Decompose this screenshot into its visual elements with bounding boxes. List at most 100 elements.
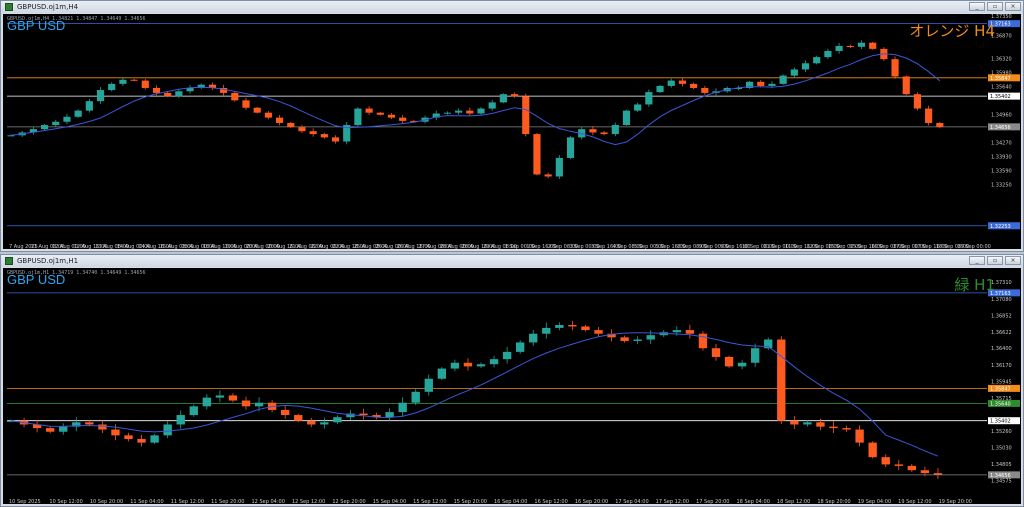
window-title: GBPUSD.oj1m,H4 xyxy=(17,3,79,11)
y-tick-label: 1.35260 xyxy=(991,429,1012,435)
x-tick-label: 10 Sep 20:00 xyxy=(90,499,123,504)
candle-body xyxy=(757,81,765,86)
candle-body xyxy=(790,420,799,425)
x-tick-label: 12 Sep 20:00 xyxy=(332,499,365,504)
x-tick-label: 16 Sep 20:00 xyxy=(575,499,608,504)
x-tick-label: 17 Sep 20:00 xyxy=(696,499,729,504)
y-tick-label: 1.35030 xyxy=(991,446,1012,452)
candle-body xyxy=(477,108,485,114)
candle-body xyxy=(242,100,250,108)
candle-body xyxy=(307,420,316,425)
window-h4: GBPUSD.oj1m,H4 _ ▫ × 1.37350 1.36870 1.363… xyxy=(0,0,1024,252)
candle-body xyxy=(359,413,368,416)
x-tick-label: 11 Sep 12:00 xyxy=(171,499,204,504)
candle-body xyxy=(331,137,340,142)
candle-body xyxy=(164,92,172,97)
candle-body xyxy=(253,107,261,113)
candle-body xyxy=(881,457,890,465)
candle-body xyxy=(529,333,538,343)
candle-body xyxy=(96,90,105,102)
y-tick-label: 1.36852 xyxy=(991,313,1012,319)
candle-body xyxy=(902,76,910,95)
level-price-label: 1.34656 xyxy=(990,473,1011,479)
level-price-label: 1.35640 xyxy=(990,401,1011,407)
candle-body xyxy=(437,368,447,379)
candle-body xyxy=(499,94,507,103)
candle-body xyxy=(189,406,198,416)
candle-body xyxy=(566,137,575,158)
candle-body xyxy=(488,102,496,109)
minimize-button[interactable]: _ xyxy=(969,2,985,11)
y-tick-label: 1.36622 xyxy=(991,330,1012,336)
close-button[interactable]: × xyxy=(1005,2,1021,11)
candle-body xyxy=(777,339,786,421)
candle-body xyxy=(533,134,541,175)
candle-body xyxy=(231,92,239,101)
candle-body xyxy=(489,359,499,365)
candle-body xyxy=(398,402,407,413)
x-tick-label: 11 Sep 20:00 xyxy=(211,499,244,504)
candle-body xyxy=(620,337,629,341)
candle-body xyxy=(646,335,655,340)
candle-body xyxy=(298,127,306,132)
candle-body xyxy=(98,424,107,430)
timeframe-tag: オレンジ H4 xyxy=(909,22,995,40)
candle-body xyxy=(920,470,930,474)
minimize-button[interactable]: _ xyxy=(969,256,985,265)
candle-body xyxy=(829,426,838,429)
y-tick-label: 1.36170 xyxy=(991,363,1012,369)
x-tick-label: 19 Sep 20:00 xyxy=(939,499,972,504)
candle-body xyxy=(399,117,407,121)
candle-body xyxy=(175,91,183,97)
y-tick-label: 1.33930 xyxy=(991,155,1012,161)
candle-body xyxy=(45,428,55,432)
window-titlebar[interactable]: GBPUSD.oj1m,H1 _ ▫ × xyxy=(1,255,1023,267)
x-tick-label: 11 Sep 04:00 xyxy=(130,499,163,504)
level-price-label: 1.35847 xyxy=(990,386,1011,392)
x-tick-label: 18 Sep 20:00 xyxy=(817,499,850,504)
candle-body xyxy=(555,157,563,177)
candle-body xyxy=(455,110,463,113)
candle-body xyxy=(85,422,94,425)
candle-body xyxy=(385,412,394,418)
y-tick-label: 1.33250 xyxy=(991,183,1012,189)
candle-body xyxy=(857,42,866,47)
candle-body xyxy=(678,80,687,84)
candle-body xyxy=(320,422,329,425)
candle-body xyxy=(387,114,396,118)
candle-body xyxy=(320,134,328,138)
candle-body xyxy=(568,325,577,327)
candle-body xyxy=(869,42,877,49)
restore-button[interactable]: ▫ xyxy=(987,2,1003,11)
moving-average-line xyxy=(10,53,941,146)
candle-body xyxy=(74,110,82,117)
y-tick-label: 1.35640 xyxy=(991,84,1012,90)
candle-body xyxy=(59,426,68,432)
candle-body xyxy=(510,94,519,97)
close-button[interactable]: × xyxy=(1005,256,1021,265)
x-tick-label: 15 Sep 04:00 xyxy=(373,499,406,504)
candle-body xyxy=(365,108,373,113)
candle-body xyxy=(287,122,295,128)
candle-body xyxy=(264,112,272,118)
candle-body xyxy=(779,75,787,84)
candle-body xyxy=(515,342,525,352)
candle-body xyxy=(594,330,603,334)
candle-body xyxy=(466,110,474,114)
window-titlebar[interactable]: GBPUSD.oj1m,H4 _ ▫ × xyxy=(1,1,1023,13)
candle-body xyxy=(137,438,146,443)
level-price-label: 1.35847 xyxy=(990,76,1011,82)
candle-body xyxy=(925,108,933,123)
price-chart: 1.373501.368701.363201.359801.356401.354… xyxy=(7,14,1020,249)
y-tick-label: 1.35945 xyxy=(991,379,1012,385)
candle-body xyxy=(542,327,551,334)
candle-body xyxy=(280,409,290,416)
chart-area[interactable]: 1.37310 1.37080 1.36852 1.36622 1.36400 1.361… xyxy=(3,268,1021,504)
symbol-label: GBP USD xyxy=(7,18,66,33)
x-tick-label: 19 Sep 12:00 xyxy=(898,499,931,504)
chart-area[interactable]: 1.373501.368701.363201.359801.356401.354… xyxy=(3,14,1021,249)
candle-body xyxy=(522,96,530,135)
restore-button[interactable]: ▫ xyxy=(987,256,1003,265)
candle-body xyxy=(824,50,832,58)
candle-body xyxy=(724,356,734,367)
